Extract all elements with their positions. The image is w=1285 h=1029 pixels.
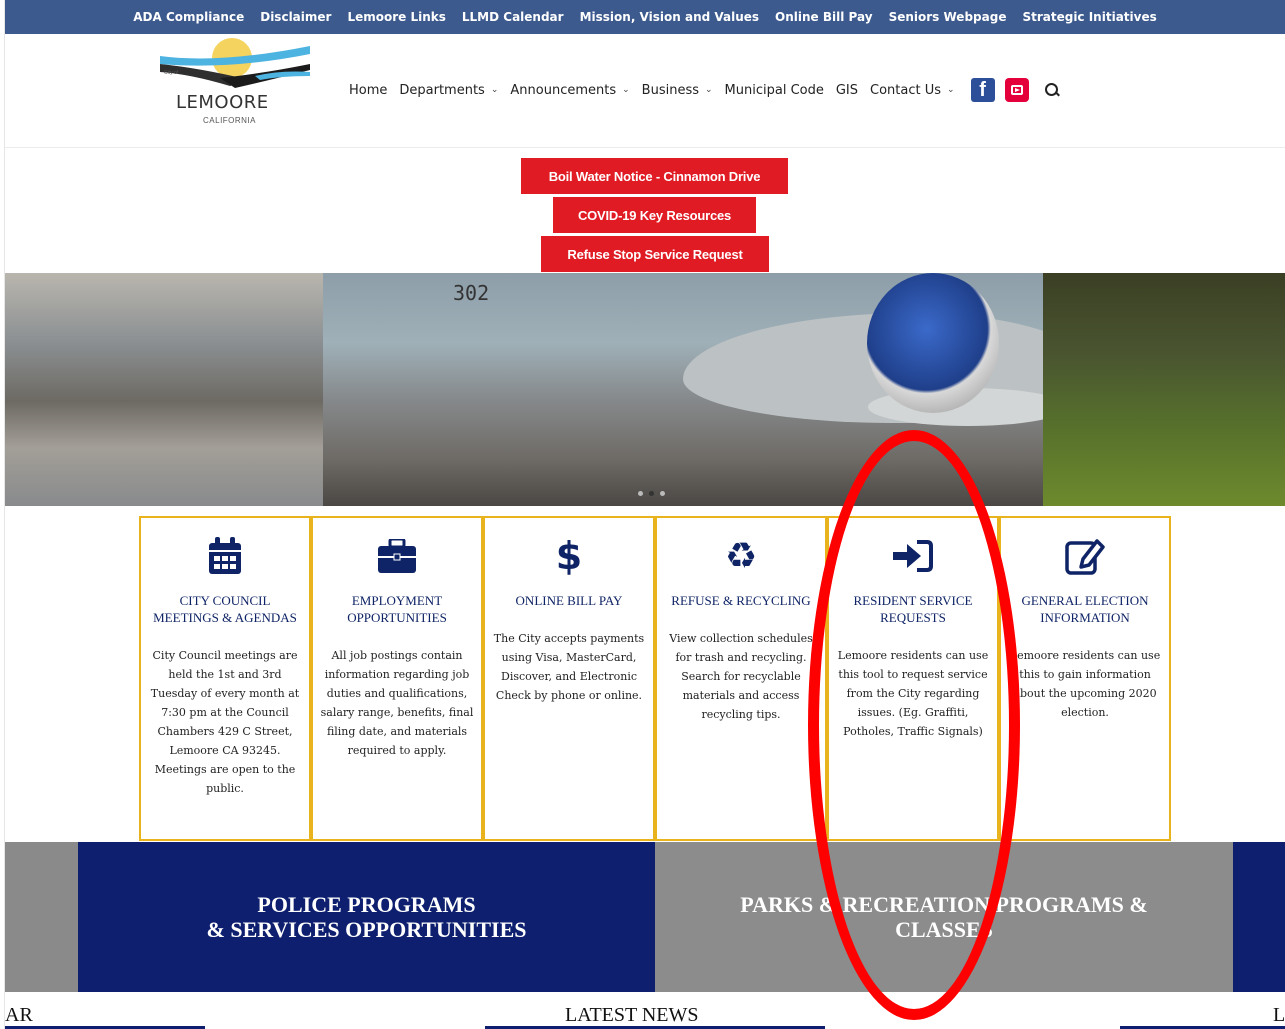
nav-announcements-label: Announcements (510, 82, 617, 98)
card-body: All job postings contain information reg… (320, 649, 474, 757)
facebook-icon[interactable]: f (970, 78, 995, 102)
slide-park-image (1043, 273, 1285, 506)
utility-link-llmd-calendar[interactable]: LLMD Calendar (454, 10, 572, 24)
card-employment[interactable]: EMPLOYMENT OPPORTUNITIES All job posting… (311, 516, 483, 841)
nav-municipal-code[interactable]: Municipal Code (719, 83, 830, 98)
nav-business-label: Business (641, 82, 699, 98)
bottom-section: AR LATEST NEWS L (5, 992, 1285, 1029)
police-programs-banner[interactable]: POLICE PROGRAMS & SERVICES OPPORTUNITIES (78, 842, 655, 992)
parks-programs-label: PARKS & RECREATION PROGRAMS & CLASSES (740, 892, 1148, 942)
utility-bar: ADA Compliance Disclaimer Lemoore Links … (5, 0, 1285, 34)
card-title: RESIDENT SERVICE REQUESTS (853, 593, 973, 625)
alert-boil-water-button[interactable]: Boil Water Notice - Cinnamon Drive (521, 158, 788, 194)
navy-emblem-image (867, 273, 999, 413)
card-body: Lemoore residents can use this to gain i… (1009, 649, 1161, 719)
program-banners: POLICE PROGRAMS & SERVICES OPPORTUNITIES… (5, 842, 1285, 992)
nav-departments[interactable]: Departments ⌄ (393, 83, 504, 98)
card-title: CITY COUNCIL MEETINGS & AGENDAS (153, 593, 297, 625)
nav-announcements[interactable]: Announcements ⌄ (504, 83, 635, 98)
parks-programs-banner[interactable]: PARKS & RECREATION PROGRAMS & CLASSES (655, 842, 1233, 992)
right-heading-partial: L (1273, 1004, 1285, 1026)
nav-home-label: Home (349, 82, 388, 98)
chevron-down-icon: ⌄ (947, 85, 955, 95)
nav-departments-label: Departments (399, 82, 485, 98)
slider-dot[interactable] (638, 491, 643, 496)
banner-right-edge (1233, 842, 1285, 992)
utility-link-online-bill-pay[interactable]: Online Bill Pay (767, 10, 881, 24)
card-title: GENERAL ELECTION INFORMATION (1021, 593, 1149, 625)
nav-gis-label: GIS (835, 82, 859, 98)
card-city-council[interactable]: CITY COUNCIL MEETINGS & AGENDAS City Cou… (139, 516, 311, 841)
card-body: City Council meetings are held the 1st a… (150, 649, 300, 795)
slider-dot[interactable] (660, 491, 665, 496)
quick-links: CITY COUNCIL MEETINGS & AGENDAS City Cou… (139, 516, 1171, 841)
youtube-icon[interactable] (1004, 78, 1029, 102)
utility-link-seniors[interactable]: Seniors Webpage (881, 10, 1015, 24)
calendar-icon (141, 526, 309, 586)
city-logo[interactable]: City of LEMOORE CALIFORNIA (160, 34, 315, 144)
card-refuse-recycling[interactable]: ♻ REFUSE & RECYCLING View collection sch… (655, 516, 827, 841)
nav-contact-us-label: Contact Us (870, 82, 942, 98)
logo-state: CALIFORNIA (203, 116, 257, 125)
logo-name: LEMOORE (176, 92, 269, 113)
nav-home[interactable]: Home (343, 83, 393, 98)
utility-link-mission[interactable]: Mission, Vision and Values (572, 10, 767, 24)
edit-icon (1001, 526, 1169, 586)
social-links: f (970, 78, 1059, 102)
alert-refuse-stop-button[interactable]: Refuse Stop Service Request (541, 236, 769, 272)
hero-slider[interactable]: 302 (5, 273, 1285, 506)
nav-contact-us[interactable]: Contact Us ⌄ (864, 83, 961, 98)
slider-dot-active[interactable] (649, 491, 654, 496)
police-programs-label: POLICE PROGRAMS & SERVICES OPPORTUNITIES (206, 892, 527, 942)
chevron-down-icon: ⌄ (490, 85, 499, 95)
utility-link-strategic[interactable]: Strategic Initiatives (1014, 10, 1164, 24)
site-header: City of LEMOORE CALIFORNIA Home Departme… (5, 34, 1285, 148)
card-general-election[interactable]: GENERAL ELECTION INFORMATION Lemoore res… (999, 516, 1171, 841)
logo-sun-icon (160, 38, 310, 88)
nav-gis[interactable]: GIS (830, 83, 864, 98)
banner-left-edge (5, 842, 78, 992)
main-nav: Home Departments ⌄ Announcements ⌄ Busines… (343, 74, 1059, 106)
chevron-down-icon: ⌄ (622, 85, 630, 95)
latest-news-heading: LATEST NEWS (565, 1004, 699, 1026)
utility-link-lemoore-links[interactable]: Lemoore Links (339, 10, 453, 24)
jet-tail-number: 302 (453, 281, 490, 305)
sign-in-icon (829, 526, 997, 586)
utility-link-ada[interactable]: ADA Compliance (125, 10, 252, 24)
utility-link-disclaimer[interactable]: Disclaimer (252, 10, 339, 24)
card-resident-service-requests[interactable]: RESIDENT SERVICE REQUESTS Lemoore reside… (827, 516, 999, 841)
briefcase-icon (313, 526, 481, 586)
logo-city-of: City of (164, 70, 179, 76)
dollar-icon: $ (555, 534, 583, 578)
card-online-bill-pay[interactable]: $ ONLINE BILL PAY The City accepts payme… (483, 516, 655, 841)
slider-dots (638, 491, 665, 496)
card-body: The City accepts payments using Visa, Ma… (493, 632, 645, 702)
recycle-icon: ♻ (724, 535, 758, 577)
nav-municipal-code-label: Municipal Code (724, 82, 824, 98)
slide-parking-lot-image (5, 273, 323, 506)
card-title: EMPLOYMENT OPPORTUNITIES (347, 593, 447, 625)
card-body: View collection schedules for trash and … (669, 632, 813, 721)
alert-covid-button[interactable]: COVID-19 Key Resources (553, 197, 756, 233)
card-title: REFUSE & RECYCLING (671, 593, 811, 608)
chevron-down-icon: ⌄ (705, 85, 713, 95)
card-body: Lemoore residents can use this tool to r… (837, 649, 989, 738)
card-title: ONLINE BILL PAY (515, 593, 623, 608)
nav-business[interactable]: Business ⌄ (636, 83, 719, 98)
calendar-heading-partial: AR (5, 1004, 33, 1026)
search-icon[interactable] (1044, 83, 1059, 97)
